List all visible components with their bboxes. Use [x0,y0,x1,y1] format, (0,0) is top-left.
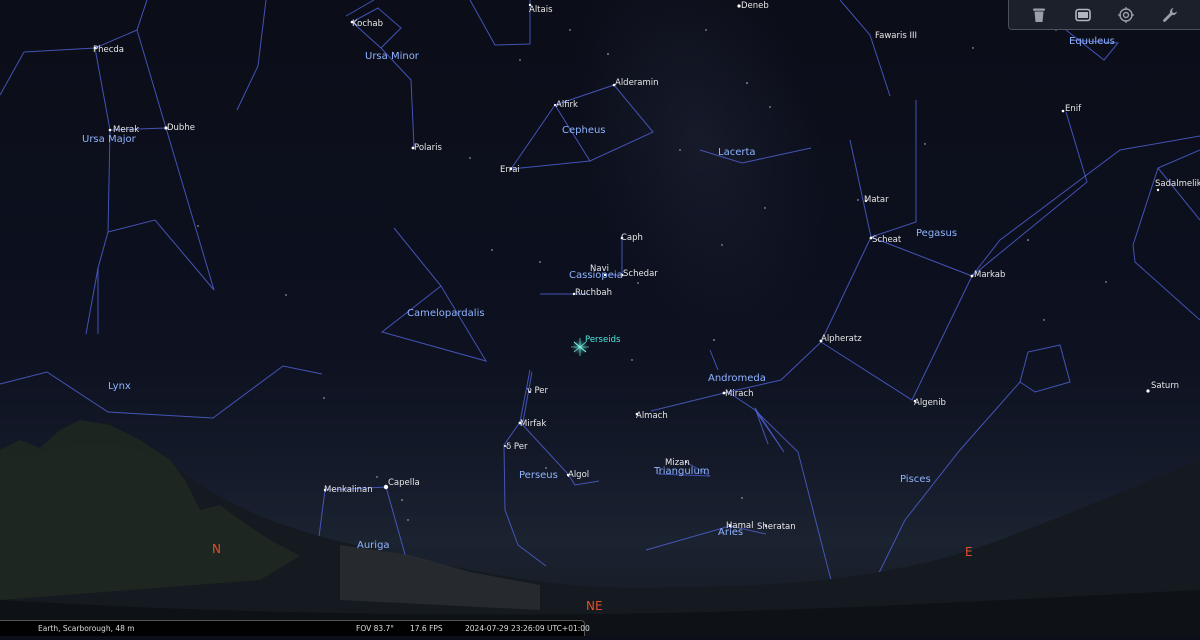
constellation-label-equuleus: Equuleus [1069,36,1115,47]
constellation-label-ursa-minor: Ursa Minor [365,51,420,62]
star-label-alderamin: Alderamin [615,78,659,88]
star-label-fawaris: Fawaris III [875,31,917,41]
star-label-matar: Matar [864,195,889,205]
constellation-label-pisces: Pisces [900,474,931,485]
target-icon [1118,6,1135,23]
star-label-algenib: Algenib [914,398,946,408]
settings-button[interactable] [1159,4,1181,26]
constellation-label-camelopardalis: Camelopardalis [407,308,485,319]
star-label-mirfak: Mirfak [520,419,546,429]
wrench-icon [1163,7,1178,22]
star-label-sheratan: Sheratan [757,522,796,532]
star-label-scheat: Scheat [872,235,902,245]
star-label-schedar: Schedar [623,269,658,279]
constellation-label-pegasus: Pegasus [916,228,957,239]
star-label-sadalmelik: Sadalmelik [1155,179,1200,189]
fps-readout: 17.6 FPS [410,624,443,633]
fov-readout: FOV 83.7° [356,624,395,633]
window-icon [1074,8,1091,21]
star-label-caph: Caph [621,233,643,243]
star-label-kochab: Kochab [352,19,383,29]
star-label-capella: Capella [388,478,420,488]
star-label-markab: Markab [974,270,1005,280]
constellation-label-aries: Aries [718,527,743,538]
target-button[interactable] [1115,4,1137,26]
constellation-label-cepheus: Cepheus [562,125,606,136]
sky-chart[interactable]: Kochab Altais Deneb Fawaris III Phecda M… [0,0,1200,636]
cardinal-east: E [965,545,973,559]
constellation-label-cassiopeia: Cassiopeia [569,270,623,281]
status-bar: Earth, Scarborough, 48 m FOV 83.7° 17.6 … [0,620,590,636]
star-label-altais: Altais [529,5,553,15]
star-label-dper: δ Per [506,442,528,452]
star-label-alpheratz: Alpheratz [821,334,862,344]
planet-label-saturn: Saturn [1151,381,1179,391]
location-readout[interactable]: Earth, Scarborough, 48 m [38,621,135,636]
constellation-label-lacerta: Lacerta [718,147,756,158]
star-label-polaris: Polaris [414,143,442,153]
datetime-readout[interactable]: 2024-07-29 23:26:09 UTC+01:00 [465,621,590,636]
cardinal-northeast: NE [586,599,603,613]
star-label-deneb: Deneb [741,1,769,11]
trees-silhouette [0,420,300,600]
window-button[interactable] [1072,4,1094,26]
constellation-label-triangulum: Triangulum [653,466,710,477]
constellation-label-ursa-major: Ursa Major [82,134,137,145]
star-label-enif: Enif [1065,104,1082,114]
trash-button[interactable] [1028,4,1050,26]
star-label-phecda: Phecda [93,45,124,55]
star-label-menkalinan: Menkalinan [324,485,373,495]
meteor-shower-label: Perseids [585,335,621,345]
star-label-almach: Almach [636,411,668,421]
star-label-alfirk: Alfirk [556,100,578,110]
cardinal-north: N [212,542,221,556]
star-label-algol: Algol [568,470,589,480]
constellation-label-andromeda: Andromeda [708,373,766,384]
sky-view[interactable]: Kochab Altais Deneb Fawaris III Phecda M… [0,0,1200,636]
constellation-label-auriga: Auriga [357,540,390,551]
star-label-ruchbah: Ruchbah [575,288,612,298]
milky-way [573,0,827,336]
constellation-label-perseus: Perseus [519,470,558,481]
star-label-dubhe: Dubhe [167,123,195,133]
constellation-label-lynx: Lynx [108,381,131,392]
star-label-vper: ν Per [527,386,549,396]
star-label-errai: Errai [500,165,520,175]
trash-icon [1032,8,1045,22]
top-toolbar [1008,0,1200,30]
star-label-mirach: Mirach [725,389,753,399]
